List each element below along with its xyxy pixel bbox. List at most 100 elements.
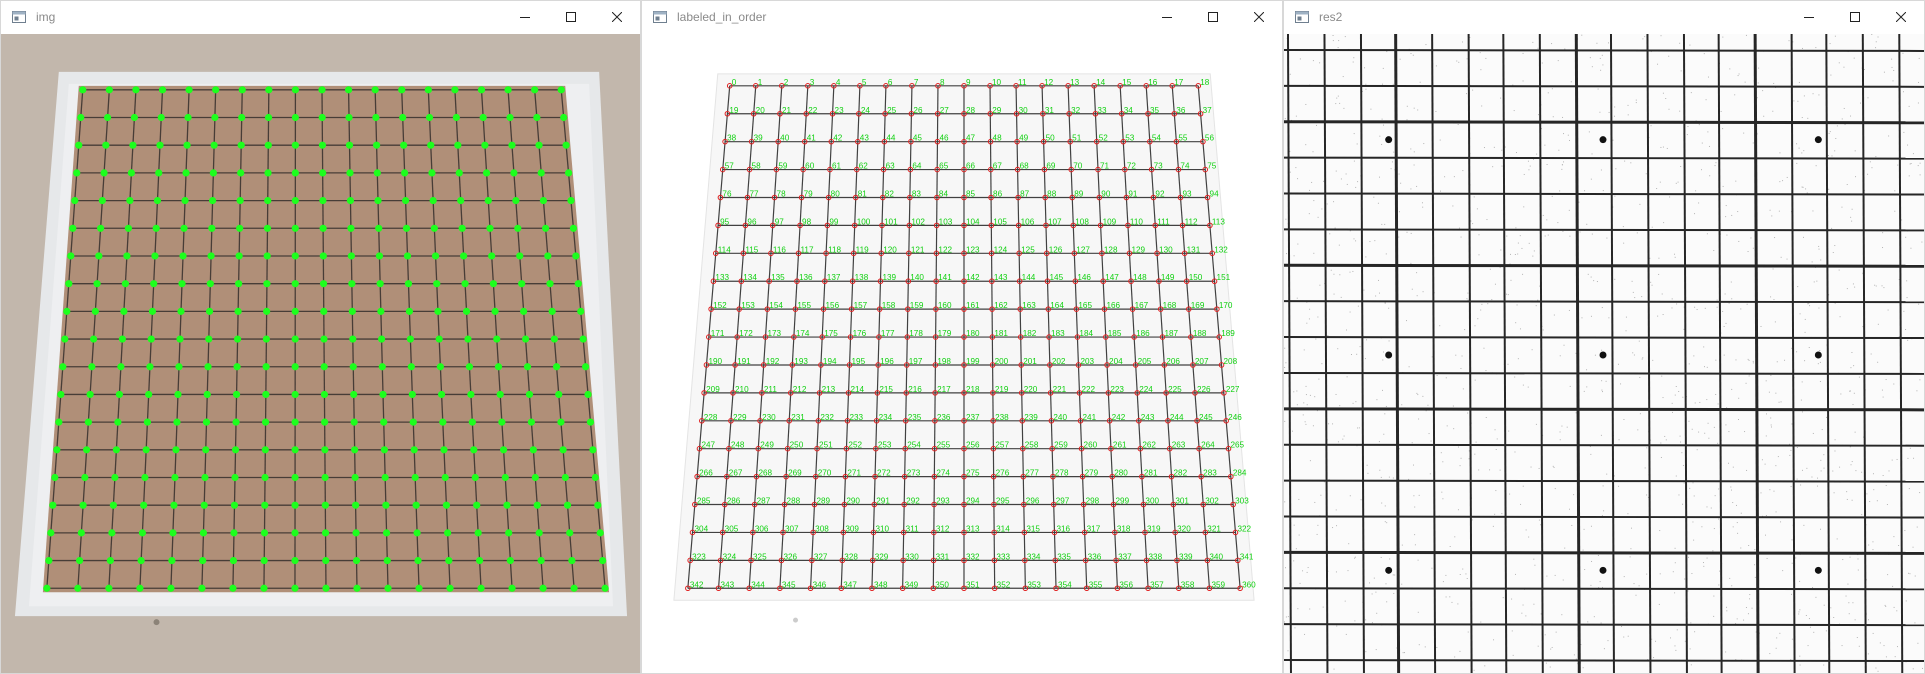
point-label: 23: [835, 106, 845, 115]
grid-line-horizontal: [1284, 120, 1924, 125]
detected-point: [318, 113, 326, 122]
speckle: [1516, 304, 1518, 306]
point-label: 197: [909, 357, 923, 366]
close-button[interactable]: [594, 1, 640, 33]
speckle: [1823, 467, 1825, 469]
speckle: [1416, 185, 1418, 187]
grid-line-horizontal: [1284, 443, 1924, 447]
speckle: [1299, 58, 1301, 60]
speckle: [1694, 306, 1696, 308]
speckle: [1294, 627, 1296, 629]
speckle: [1620, 383, 1622, 385]
speckle: [1737, 418, 1739, 420]
speckle: [1758, 67, 1760, 69]
speckle: [1635, 594, 1637, 596]
window-res2[interactable]: res2: [1283, 0, 1925, 674]
detected-point: [83, 446, 91, 454]
minimize-button[interactable]: [1144, 1, 1190, 33]
detected-point: [586, 418, 595, 426]
speckle: [1791, 539, 1793, 541]
speckle: [1815, 47, 1817, 49]
speckle: [1661, 375, 1663, 377]
point-label: 207: [1195, 357, 1209, 366]
speckle: [1796, 447, 1798, 449]
point-label: 71: [1100, 162, 1110, 171]
point-label: 14: [1096, 78, 1106, 87]
point-label: 99: [829, 217, 839, 226]
close-button[interactable]: [1878, 1, 1924, 33]
titlebar[interactable]: img: [1, 1, 640, 33]
point-label: 165: [1078, 301, 1092, 310]
speckle: [1523, 206, 1525, 208]
speckle: [1561, 168, 1563, 170]
maximize-button[interactable]: [1832, 1, 1878, 33]
detected-point: [210, 141, 218, 149]
speckle: [1883, 645, 1885, 647]
speckle: [1359, 346, 1361, 348]
titlebar[interactable]: res2: [1284, 1, 1924, 33]
point-label: 105: [993, 217, 1007, 226]
speckle: [1740, 547, 1742, 549]
maximize-button[interactable]: [548, 1, 594, 33]
speckle: [1586, 386, 1588, 388]
window-img[interactable]: img: [0, 0, 641, 674]
close-icon: [612, 12, 622, 22]
speckle: [1722, 36, 1724, 38]
point-label: 15: [1122, 78, 1132, 87]
speckle: [1378, 279, 1380, 281]
speckle: [1806, 467, 1808, 469]
speckle: [1752, 360, 1754, 362]
detected-point: [383, 556, 391, 565]
point-label: 12: [1044, 78, 1054, 87]
window-labeled-in-order[interactable]: labeled_in_order 0 1 2 3 4 5 6 7 8 9 10 11 12 13 14 15 1…: [641, 0, 1283, 674]
point-label: 352: [997, 580, 1011, 589]
speckle: [1384, 223, 1386, 225]
speckle: [1346, 329, 1348, 331]
speckle: [1284, 420, 1286, 422]
detected-point: [262, 363, 270, 371]
maximize-button[interactable]: [1190, 1, 1236, 33]
speckle: [1896, 610, 1898, 612]
speckle: [1812, 210, 1814, 212]
speckle: [1401, 404, 1403, 406]
speckle: [1481, 303, 1483, 305]
speckle: [1646, 573, 1648, 575]
detected-point: [205, 335, 213, 343]
detected-point: [346, 169, 354, 177]
detected-point: [596, 529, 604, 537]
speckle: [1718, 584, 1720, 586]
speckle: [1600, 69, 1602, 71]
close-button[interactable]: [1236, 1, 1282, 33]
detected-point: [424, 86, 432, 94]
detected-point: [436, 363, 444, 371]
speckle: [1333, 668, 1335, 670]
speckle: [1624, 160, 1626, 162]
minimize-button[interactable]: [502, 1, 548, 33]
window-title: img: [36, 10, 56, 24]
point-label: 127: [1076, 245, 1090, 254]
point-label: 72: [1127, 162, 1137, 171]
detected-point: [533, 501, 541, 509]
speckle: [1632, 352, 1634, 354]
speckle: [1495, 449, 1497, 450]
point-label: 183: [1051, 329, 1065, 338]
point-label: 239: [1024, 413, 1038, 422]
grid-line-horizontal: [1284, 228, 1924, 232]
detected-point: [171, 473, 179, 482]
speckle: [1638, 340, 1640, 342]
point-label: 312: [936, 524, 950, 533]
speckle: [1308, 213, 1310, 215]
point-label: 268: [758, 469, 772, 478]
speckle: [1356, 143, 1358, 145]
minimize-button[interactable]: [1786, 1, 1832, 33]
speckle: [1563, 344, 1565, 346]
speckle: [1442, 461, 1444, 463]
speckle: [1500, 249, 1502, 251]
detected-point: [461, 280, 469, 288]
speckle: [1421, 202, 1423, 204]
speckle: [1713, 528, 1715, 530]
titlebar[interactable]: labeled_in_order: [642, 1, 1282, 33]
detected-point: [59, 363, 67, 371]
speckle: [1726, 234, 1728, 236]
point-label: 136: [799, 273, 813, 282]
